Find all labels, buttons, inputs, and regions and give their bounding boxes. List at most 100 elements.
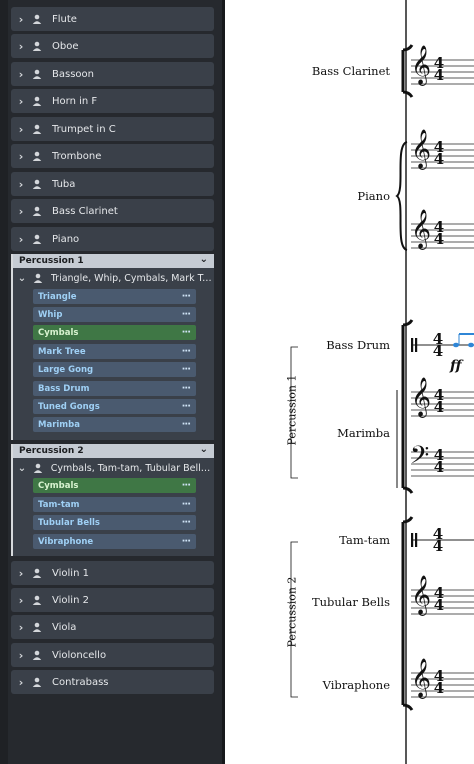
player-row-violin-1[interactable]: › Violin 1 bbox=[11, 561, 214, 585]
chevron-right-icon[interactable]: › bbox=[16, 40, 26, 53]
time-signature[interactable]: 44 bbox=[433, 140, 445, 167]
staff-name-tam-tam[interactable]: Tam-tam bbox=[339, 533, 390, 547]
player-row-contrabass[interactable]: › Contrabass bbox=[11, 670, 214, 694]
player-label: Trumpet in C bbox=[52, 123, 116, 135]
more-options-icon[interactable]: ··· bbox=[182, 499, 191, 510]
chevron-right-icon[interactable]: › bbox=[16, 567, 26, 580]
chevron-down-icon[interactable]: ⌄ bbox=[200, 254, 208, 265]
group-name-percussion-1[interactable]: Percussion 1 bbox=[286, 375, 299, 446]
player-row-horn[interactable]: › Horn in F bbox=[11, 89, 214, 113]
time-signature[interactable]: 44 bbox=[433, 448, 445, 475]
player-label: Triangle, Whip, Cymbals, Mark Tree, La..… bbox=[50, 272, 214, 284]
more-options-icon[interactable]: ··· bbox=[182, 346, 191, 357]
person-icon bbox=[32, 462, 44, 474]
score-canvas bbox=[290, 0, 474, 764]
chevron-right-icon[interactable]: › bbox=[16, 594, 26, 607]
time-signature-bottom: 4 bbox=[433, 679, 445, 697]
player-row-piano[interactable]: › Piano bbox=[11, 227, 214, 251]
more-options-icon[interactable]: ··· bbox=[182, 401, 191, 412]
instrument-tuned-gongs[interactable]: Tuned Gongs ··· bbox=[33, 399, 196, 414]
time-signature[interactable]: 44 bbox=[433, 388, 445, 415]
player-label: Flute bbox=[52, 13, 77, 25]
player-label: Oboe bbox=[52, 40, 79, 52]
instrument-bass-drum[interactable]: Bass Drum ··· bbox=[33, 381, 196, 396]
player-label: Violin 1 bbox=[52, 567, 89, 579]
chevron-right-icon[interactable]: › bbox=[16, 95, 26, 108]
instrument-label: Mark Tree bbox=[38, 346, 86, 357]
chevron-right-icon[interactable]: › bbox=[16, 13, 26, 26]
time-signature[interactable]: 44 bbox=[433, 586, 445, 613]
score-view[interactable]: 𝄞 𝄞 𝄞 𝄞 𝄢 𝄞 𝄞 44 44 44 44 44 44 44 44 44… bbox=[225, 0, 474, 764]
player-row-viola[interactable]: › Viola bbox=[11, 615, 214, 639]
person-icon bbox=[31, 150, 43, 162]
player-row-bass-clarinet[interactable]: › Bass Clarinet bbox=[11, 199, 214, 223]
person-icon bbox=[31, 567, 43, 579]
staff-name-tubular-bells[interactable]: Tubular Bells bbox=[312, 595, 390, 609]
instrument-mark-tree[interactable]: Mark Tree ··· bbox=[33, 344, 196, 359]
chevron-right-icon[interactable]: › bbox=[16, 68, 26, 81]
instrument-triangle[interactable]: Triangle ··· bbox=[33, 289, 196, 304]
more-options-icon[interactable]: ··· bbox=[182, 309, 191, 320]
player-row-trumpet[interactable]: › Trumpet in C bbox=[11, 117, 214, 141]
time-signature[interactable]: 44 bbox=[433, 220, 445, 247]
instrument-tam-tam[interactable]: Tam-tam ··· bbox=[33, 497, 196, 512]
staff-name-vibraphone[interactable]: Vibraphone bbox=[323, 678, 390, 692]
instrument-large-gong[interactable]: Large Gong ··· bbox=[33, 362, 196, 377]
treble-clef-icon: 𝄞 bbox=[411, 45, 432, 85]
player-row-bassoon[interactable]: › Bassoon bbox=[11, 62, 214, 86]
player-row-oboe[interactable]: › Oboe bbox=[11, 34, 214, 58]
instrument-label: Bass Drum bbox=[38, 383, 90, 394]
treble-clef-icon: 𝄞 bbox=[411, 575, 432, 615]
staff-name-piano[interactable]: Piano bbox=[357, 189, 390, 203]
instrument-label: Cymbals bbox=[38, 480, 79, 491]
player-label: Tuba bbox=[52, 178, 76, 190]
staff-name-bass-drum[interactable]: Bass Drum bbox=[326, 338, 390, 352]
chevron-right-icon[interactable]: › bbox=[16, 676, 26, 689]
instrument-cymbals-2[interactable]: Cymbals ··· bbox=[33, 478, 196, 493]
instrument-cymbals[interactable]: Cymbals ··· bbox=[33, 325, 196, 340]
time-signature[interactable]: 44 bbox=[432, 332, 444, 359]
chevron-right-icon[interactable]: › bbox=[16, 150, 26, 163]
more-options-icon[interactable]: ··· bbox=[182, 383, 191, 394]
player-row-percussion-1[interactable]: ⌄ Triangle, Whip, Cymbals, Mark Tree, La… bbox=[13, 268, 214, 288]
chevron-right-icon[interactable]: › bbox=[16, 205, 26, 218]
dynamic-marking[interactable]: ff bbox=[450, 358, 462, 374]
more-options-icon[interactable]: ··· bbox=[182, 364, 191, 375]
time-signature[interactable]: 44 bbox=[433, 56, 445, 83]
more-options-icon[interactable]: ··· bbox=[182, 419, 191, 430]
group-name-percussion-2[interactable]: Percussion 2 bbox=[286, 577, 299, 648]
chevron-right-icon[interactable]: › bbox=[16, 649, 26, 662]
player-row-flute[interactable]: › Flute bbox=[11, 7, 214, 31]
more-options-icon[interactable]: ··· bbox=[182, 536, 191, 547]
more-options-icon[interactable]: ··· bbox=[182, 327, 191, 338]
more-options-icon[interactable]: ··· bbox=[182, 517, 191, 528]
chevron-right-icon[interactable]: › bbox=[16, 233, 26, 246]
chevron-down-icon[interactable]: ⌄ bbox=[200, 444, 208, 455]
more-options-icon[interactable]: ··· bbox=[182, 480, 191, 491]
player-label: Bassoon bbox=[52, 68, 94, 80]
staff-name-marimba[interactable]: Marimba bbox=[337, 426, 390, 440]
instrument-marimba[interactable]: Marimba ··· bbox=[33, 417, 196, 432]
player-row-violoncello[interactable]: › Violoncello bbox=[11, 643, 214, 667]
player-label: Viola bbox=[52, 621, 77, 633]
person-icon bbox=[31, 649, 43, 661]
more-options-icon[interactable]: ··· bbox=[182, 291, 191, 302]
chevron-right-icon[interactable]: › bbox=[16, 123, 26, 136]
player-row-violin-2[interactable]: › Violin 2 bbox=[11, 588, 214, 612]
staff-name-bass-clarinet[interactable]: Bass Clarinet bbox=[312, 64, 390, 78]
player-row-tuba[interactable]: › Tuba bbox=[11, 172, 214, 196]
instrument-tubular-bells[interactable]: Tubular Bells ··· bbox=[33, 515, 196, 530]
chevron-right-icon[interactable]: › bbox=[16, 178, 26, 191]
chevron-down-icon[interactable]: ⌄ bbox=[17, 463, 27, 474]
time-signature[interactable]: 44 bbox=[432, 527, 444, 554]
instrument-vibraphone[interactable]: Vibraphone ··· bbox=[33, 534, 196, 549]
group-header[interactable]: Percussion 2 ⌄ bbox=[13, 444, 214, 458]
chevron-right-icon[interactable]: › bbox=[16, 621, 26, 634]
group-header[interactable]: Percussion 1 ⌄ bbox=[13, 254, 214, 268]
instrument-whip[interactable]: Whip ··· bbox=[33, 307, 196, 322]
player-row-percussion-2[interactable]: ⌄ Cymbals, Tam-tam, Tubular Bells & Vib.… bbox=[13, 458, 214, 478]
chevron-down-icon[interactable]: ⌄ bbox=[17, 273, 27, 284]
player-row-trombone[interactable]: › Trombone bbox=[11, 144, 214, 168]
time-signature[interactable]: 44 bbox=[433, 669, 445, 697]
note[interactable] bbox=[453, 342, 459, 348]
